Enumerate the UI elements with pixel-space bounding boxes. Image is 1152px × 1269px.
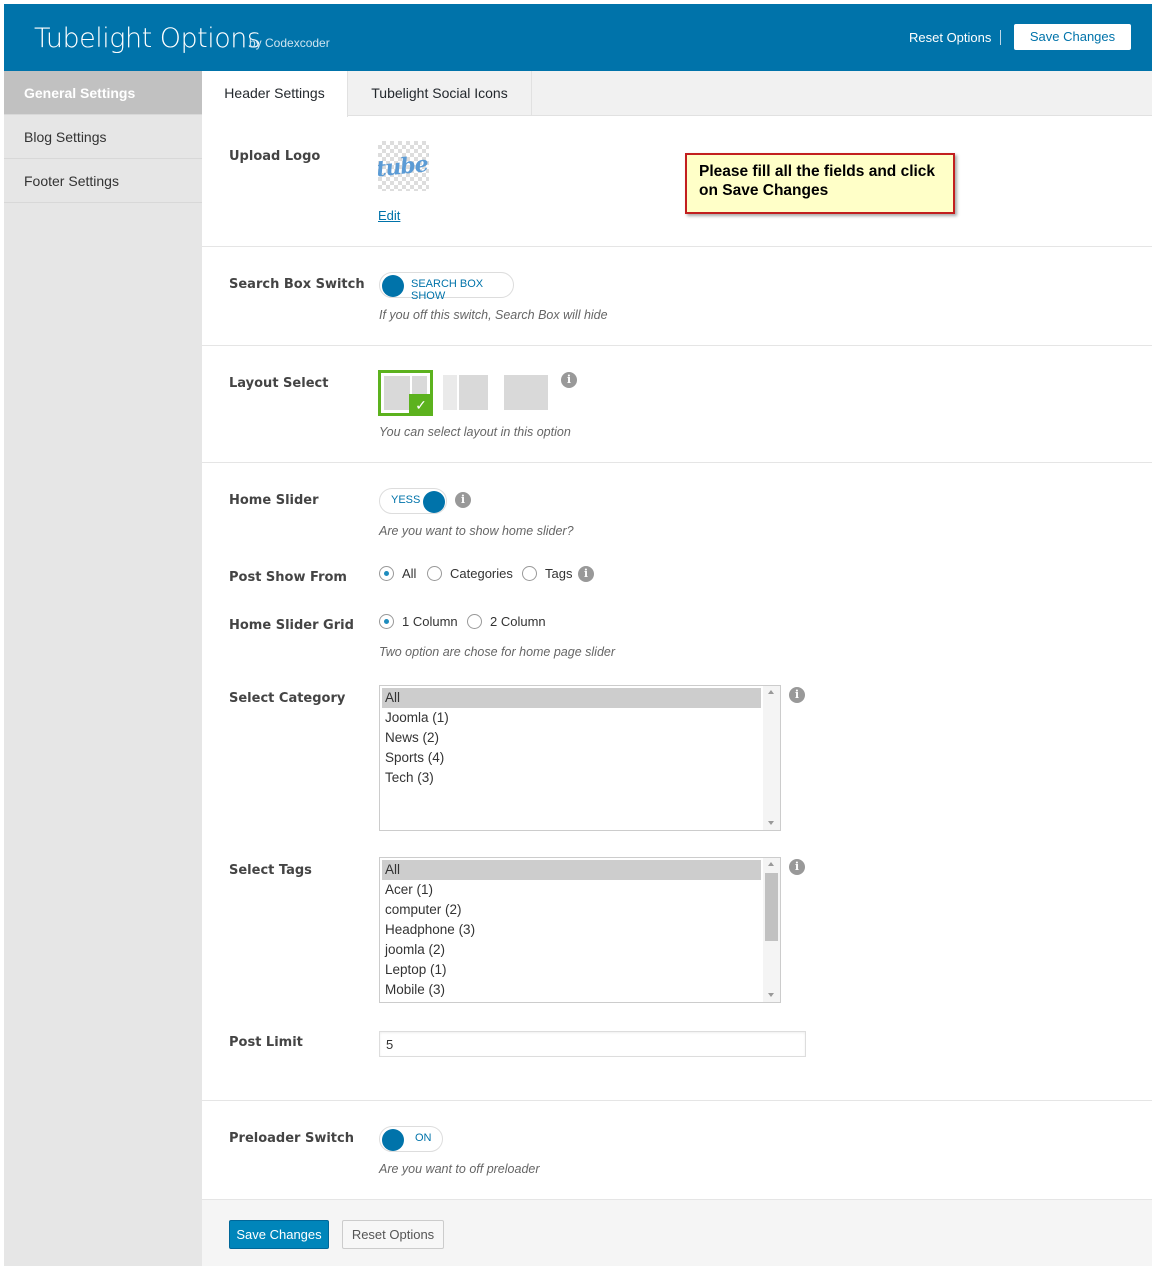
select-tags-label: Select Tags bbox=[229, 863, 312, 878]
radio-label-categories: Categories bbox=[450, 566, 513, 581]
post-limit-input[interactable] bbox=[379, 1031, 806, 1057]
options-panel: Tubelight Options by Codexcoder Reset Op… bbox=[4, 4, 1152, 1266]
list-item[interactable]: News (2) bbox=[380, 728, 761, 748]
list-item[interactable]: joomla (2) bbox=[380, 940, 761, 960]
divider bbox=[202, 345, 1152, 346]
post-limit-label: Post Limit bbox=[229, 1035, 303, 1050]
sidebar-item-blog-settings[interactable]: Blog Settings bbox=[4, 115, 202, 159]
layout-option-full-width[interactable] bbox=[504, 375, 548, 410]
radio-label-1-column: 1 Column bbox=[402, 614, 458, 629]
preloader-switch-label: Preloader Switch bbox=[229, 1131, 354, 1146]
home-slider-label: Home Slider bbox=[229, 493, 319, 508]
toggle-label: YESS bbox=[391, 494, 421, 506]
byline: by Codexcoder bbox=[249, 36, 330, 50]
logo-thumbnail: tubelight bbox=[378, 141, 429, 191]
list-item[interactable]: Acer (1) bbox=[380, 880, 761, 900]
list-item[interactable]: All bbox=[382, 860, 761, 880]
tab-tubelight-social-icons[interactable]: Tubelight Social Icons bbox=[348, 71, 532, 116]
divider bbox=[202, 462, 1152, 463]
preloader-toggle[interactable]: ON bbox=[379, 1126, 443, 1152]
home-slider-grid-description: Two option are chose for home page slide… bbox=[379, 645, 616, 659]
search-box-description: If you off this switch, Search Box will … bbox=[379, 308, 608, 322]
radio-label-tags: Tags bbox=[545, 566, 573, 581]
save-changes-button[interactable]: Save Changes bbox=[229, 1220, 329, 1249]
edit-logo-link[interactable]: Edit bbox=[378, 208, 400, 223]
upload-logo-label: Upload Logo bbox=[229, 149, 321, 164]
scroll-down-icon[interactable] bbox=[768, 993, 774, 997]
select-category-label: Select Category bbox=[229, 691, 346, 706]
scroll-down-icon[interactable] bbox=[768, 821, 774, 825]
toggle-knob bbox=[423, 491, 445, 513]
scroll-up-icon[interactable] bbox=[768, 862, 774, 866]
category-listbox[interactable]: All Joomla (1) News (2) Sports (4) Tech … bbox=[379, 685, 781, 831]
layout-option-right-sidebar[interactable] bbox=[443, 375, 488, 410]
info-icon[interactable]: i bbox=[578, 566, 594, 582]
layout-block bbox=[443, 375, 457, 410]
list-item[interactable]: Leptop (1) bbox=[380, 960, 761, 980]
save-changes-button-top[interactable]: Save Changes bbox=[1014, 24, 1131, 50]
divider bbox=[202, 1100, 1152, 1101]
sidebar: General Settings Blog Settings Footer Se… bbox=[4, 71, 202, 1266]
list-item[interactable]: Headphone (3) bbox=[380, 920, 761, 940]
radio-grid-1-column[interactable] bbox=[379, 614, 394, 629]
page-title: Tubelight Options bbox=[34, 23, 261, 54]
preloader-description: Are you want to off preloader bbox=[379, 1162, 540, 1176]
layout-select-label: Layout Select bbox=[229, 376, 329, 391]
layout-option-left-sidebar[interactable]: ✓ bbox=[378, 370, 433, 416]
footer-actions: Save Changes Reset Options bbox=[202, 1199, 1152, 1266]
radio-post-show-categories[interactable] bbox=[427, 566, 442, 581]
list-item[interactable]: Mobile (3) bbox=[380, 980, 761, 1000]
scrollbar[interactable] bbox=[763, 858, 780, 1002]
layout-select-description: You can select layout in this option bbox=[379, 425, 571, 439]
toggle-label: SEARCH BOX SHOW bbox=[411, 278, 484, 302]
scrollbar[interactable] bbox=[763, 686, 780, 830]
tags-listbox[interactable]: All Acer (1) computer (2) Headphone (3) … bbox=[379, 857, 781, 1003]
home-slider-grid-label: Home Slider Grid bbox=[229, 618, 354, 633]
home-slider-description: Are you want to show home slider? bbox=[379, 524, 574, 538]
list-item[interactable]: computer (2) bbox=[380, 900, 761, 920]
toggle-knob bbox=[382, 1129, 404, 1151]
search-box-switch-label: Search Box Switch bbox=[229, 277, 365, 292]
info-icon[interactable]: i bbox=[561, 372, 577, 388]
scrollbar-thumb[interactable] bbox=[765, 873, 778, 941]
post-show-from-label: Post Show From bbox=[229, 570, 347, 585]
radio-post-show-tags[interactable] bbox=[522, 566, 537, 581]
divider bbox=[202, 246, 1152, 247]
list-item[interactable]: All bbox=[382, 688, 761, 708]
toggle-label: ON bbox=[415, 1132, 432, 1144]
list-item[interactable]: Tech (3) bbox=[380, 768, 761, 788]
list-item[interactable]: Joomla (1) bbox=[380, 708, 761, 728]
sidebar-item-general-settings[interactable]: General Settings bbox=[4, 71, 202, 115]
reset-options-link[interactable]: Reset Options bbox=[909, 30, 991, 45]
radio-grid-2-column[interactable] bbox=[467, 614, 482, 629]
info-icon[interactable]: i bbox=[789, 859, 805, 875]
main-content: Header Settings Tubelight Social Icons U… bbox=[202, 71, 1152, 1266]
layout-block bbox=[384, 376, 410, 410]
sidebar-item-footer-settings[interactable]: Footer Settings bbox=[4, 159, 202, 203]
search-box-toggle[interactable]: SEARCH BOX SHOW bbox=[379, 272, 514, 302]
instruction-callout: Please fill all the fields and click on … bbox=[685, 153, 955, 214]
separator bbox=[1000, 30, 1001, 45]
radio-post-show-all[interactable] bbox=[379, 566, 394, 581]
list-item[interactable]: Sports (4) bbox=[380, 748, 761, 768]
radio-label-all: All bbox=[402, 566, 417, 581]
reset-options-button[interactable]: Reset Options bbox=[342, 1220, 444, 1249]
info-icon[interactable]: i bbox=[789, 687, 805, 703]
tab-header-settings[interactable]: Header Settings bbox=[202, 71, 348, 117]
home-slider-toggle[interactable]: YESS bbox=[379, 488, 447, 514]
tab-bar: Header Settings Tubelight Social Icons bbox=[202, 71, 1152, 117]
scroll-up-icon[interactable] bbox=[768, 690, 774, 694]
check-icon: ✓ bbox=[409, 394, 433, 416]
top-bar: Tubelight Options by Codexcoder Reset Op… bbox=[4, 4, 1152, 71]
logo-text: tubelight bbox=[378, 145, 429, 183]
info-icon[interactable]: i bbox=[455, 492, 471, 508]
toggle-knob bbox=[382, 275, 404, 297]
layout-block bbox=[459, 375, 488, 410]
radio-label-2-column: 2 Column bbox=[490, 614, 546, 629]
